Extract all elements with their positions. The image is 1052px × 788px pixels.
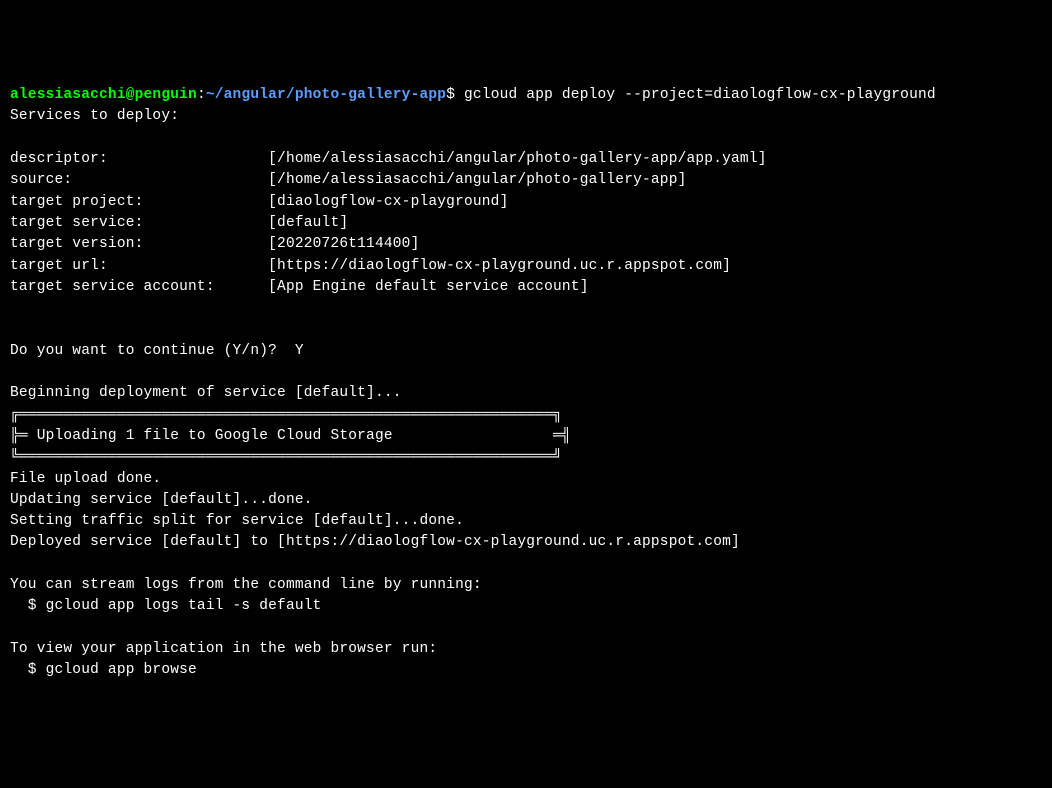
output-line: target version: [20220726t114400]: [10, 236, 419, 252]
box-mid: ╠═ Uploading 1 file to Google Cloud Stor…: [10, 428, 571, 444]
output-line: Services to deploy:: [10, 108, 179, 124]
output-line: target service: [default]: [10, 215, 348, 231]
output-line: target service account: [App Engine defa…: [10, 279, 589, 295]
output-line: $ gcloud app browse: [10, 662, 197, 678]
output-line: descriptor: [/home/alessiasacchi/angular…: [10, 151, 767, 167]
output-line: Beginning deployment of service [default…: [10, 385, 402, 401]
output-line: target project: [diaologflow-cx-playgrou…: [10, 194, 508, 210]
box-top: ╔═══════════════════════════════════════…: [10, 407, 562, 423]
prompt-colon: :: [197, 87, 206, 103]
box-bot: ╚═══════════════════════════════════════…: [10, 449, 562, 465]
terminal-output[interactable]: alessiasacchi@penguin:~/angular/photo-ga…: [10, 85, 1042, 681]
prompt-dollar: $: [446, 87, 455, 103]
output-line: Deployed service [default] to [https://d…: [10, 534, 740, 550]
output-line: You can stream logs from the command lin…: [10, 577, 482, 593]
output-line: File upload done.: [10, 471, 161, 487]
output-line: Updating service [default]...done.: [10, 492, 313, 508]
output-line: Do you want to continue (Y/n)? Y: [10, 343, 304, 359]
output-line: target url: [https://diaologflow-cx-play…: [10, 258, 731, 274]
command-text: gcloud app deploy --project=diaologflow-…: [455, 87, 936, 103]
output-line: $ gcloud app logs tail -s default: [10, 598, 322, 614]
output-line: To view your application in the web brow…: [10, 641, 437, 657]
prompt-user: alessiasacchi@penguin: [10, 87, 197, 103]
prompt-line: alessiasacchi@penguin:~/angular/photo-ga…: [10, 87, 936, 103]
prompt-path: ~/angular/photo-gallery-app: [206, 87, 446, 103]
output-line: source: [/home/alessiasacchi/angular/pho…: [10, 172, 687, 188]
output-line: Setting traffic split for service [defau…: [10, 513, 464, 529]
